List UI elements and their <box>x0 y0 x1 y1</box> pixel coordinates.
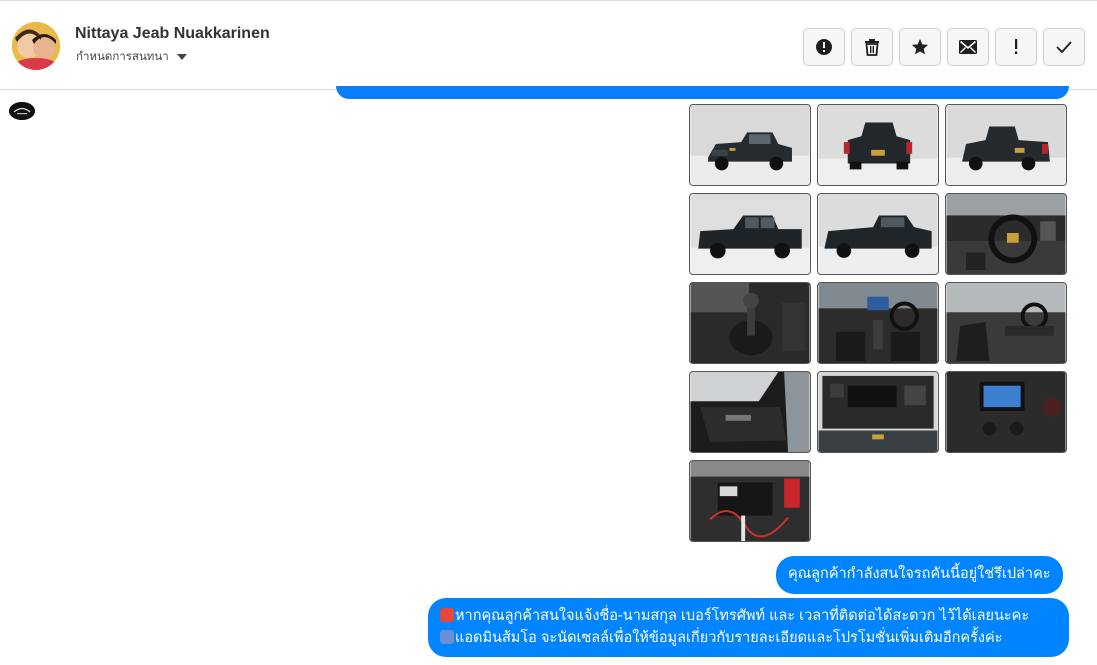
conversation-menu-label: กำหนดการสนทนา <box>76 51 169 63</box>
message-bubble: คุณลูกค้ากำลังสนใจรถคันนี้อยู่ใช่รึเปล่า… <box>776 556 1063 594</box>
mark-done-button[interactable] <box>1043 28 1085 66</box>
photo-thumbnail[interactable] <box>817 193 939 275</box>
photo-thumbnail[interactable] <box>817 371 939 453</box>
caret-down-icon <box>176 54 187 60</box>
star-icon <box>912 39 928 55</box>
conversation-header: Nittaya Jeab Nuakkarinen กำหนดการสนทนา <box>0 0 1097 90</box>
photo-thumbnail[interactable] <box>945 371 1067 453</box>
trash-icon <box>865 39 879 56</box>
check-icon <box>1056 41 1072 53</box>
delete-button[interactable] <box>851 28 893 66</box>
exclamation-icon <box>1015 39 1018 54</box>
message-text: คุณลูกค้ากำลังสนใจรถคันนี้อยู่ใช่รึเปล่า… <box>788 566 1051 582</box>
photo-thumbnail[interactable] <box>689 282 811 364</box>
alert-button[interactable] <box>803 28 845 66</box>
previous-message-bubble <box>336 86 1069 99</box>
page-logo-avatar <box>9 102 35 120</box>
photo-thumbnail[interactable] <box>689 193 811 275</box>
report-spam-button[interactable] <box>995 28 1037 66</box>
mark-unread-button[interactable] <box>947 28 989 66</box>
alert-circle-icon <box>816 39 832 55</box>
message-bubble: หากคุณลูกค้าสนใจแจ้งชื่อ-นามสกุล เบอร์โท… <box>428 598 1069 657</box>
photo-thumbnail[interactable] <box>689 104 811 186</box>
contact-name: Nittaya Jeab Nuakkarinen <box>75 25 270 42</box>
photo-thumbnail[interactable] <box>945 104 1067 186</box>
photo-thumbnail[interactable] <box>945 193 1067 275</box>
photo-thumbnail[interactable] <box>817 282 939 364</box>
envelope-icon <box>959 40 977 54</box>
photo-thumbnail[interactable] <box>817 104 939 186</box>
telephone-icon <box>440 608 454 622</box>
message-line: หากคุณลูกค้าสนใจแจ้งชื่อ-นามสกุล เบอร์โท… <box>440 605 1057 627</box>
photo-thumbnail[interactable] <box>689 460 811 542</box>
message-text-line2: แอดมินส้มโอ จะนัดเซลล์เพื่อให้ข้อมูลเกี่… <box>455 630 1003 646</box>
header-actions <box>803 28 1085 66</box>
people-icon <box>440 630 454 644</box>
photo-thumbnail[interactable] <box>689 371 811 453</box>
contact-avatar[interactable] <box>12 22 60 70</box>
photo-gallery <box>689 104 1067 542</box>
message-line: แอดมินส้มโอ จะนัดเซลล์เพื่อให้ข้อมูลเกี่… <box>440 627 1057 649</box>
star-button[interactable] <box>899 28 941 66</box>
message-text-line1: หากคุณลูกค้าสนใจแจ้งชื่อ-นามสกุล เบอร์โท… <box>455 608 1030 624</box>
conversation-menu[interactable]: กำหนดการสนทนา <box>76 48 187 66</box>
photo-thumbnail[interactable] <box>945 282 1067 364</box>
